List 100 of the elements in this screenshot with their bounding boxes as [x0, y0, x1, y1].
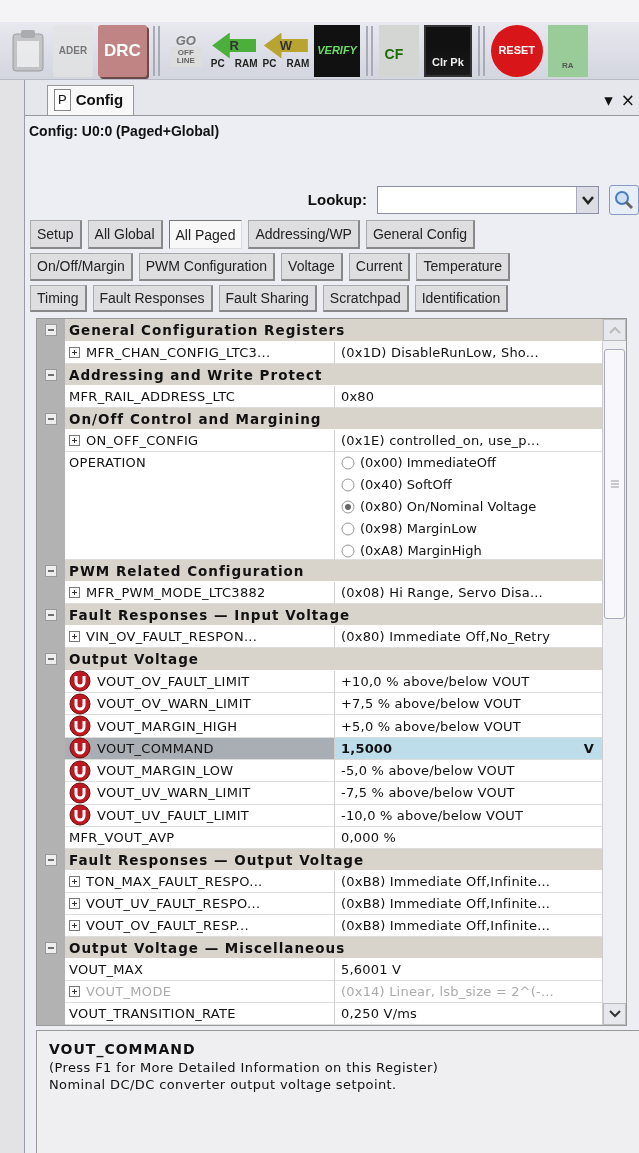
collapse-toggle[interactable] [45, 853, 57, 866]
tab-menu-button[interactable]: ▾ [600, 92, 617, 109]
verify-button[interactable]: VERIFY [314, 24, 360, 77]
expand-icon[interactable] [69, 920, 80, 932]
expand-icon[interactable] [69, 898, 80, 910]
category-tab[interactable]: Current [348, 252, 411, 281]
register-value: 0,250 V/ms [335, 1003, 602, 1026]
collapse-toggle[interactable] [45, 324, 57, 337]
register-name: MFR_RAIL_ADDRESS_LTC [69, 388, 236, 406]
config-tab[interactable]: P Config [47, 84, 135, 115]
section-header: Fault Responses — Output Voltage [65, 848, 602, 872]
register-value: -7,5 % above/below VOUT [335, 782, 602, 805]
reset-button[interactable]: RESET [490, 24, 543, 77]
chevron-down-icon [608, 1010, 621, 1019]
category-tab[interactable]: All Global [87, 220, 163, 249]
register-value: 5,6001 V [335, 959, 602, 982]
register-name: VOUT_MODE [86, 983, 172, 1002]
category-tab[interactable]: Addressing/WP [248, 220, 360, 249]
config-title: Config: U0:0 (Paged+Global) [28, 122, 221, 141]
radio-button[interactable] [341, 478, 355, 493]
name-cell[interactable]: VOUT_COMMAND [65, 737, 335, 760]
register-value: -5,0 % above/below VOUT [335, 759, 602, 783]
register-value: +5,0 % above/below VOUT [335, 715, 602, 738]
close-button[interactable]: × [616, 92, 639, 109]
toolbar-separator [477, 25, 485, 76]
category-tab[interactable]: Timing [30, 284, 87, 313]
option-label: (0x98) MarginLow [360, 520, 477, 539]
category-tab[interactable]: Voltage [281, 252, 343, 281]
section-header: PWM Related Configuration [65, 559, 602, 583]
register-name: VOUT_OV_FAULT_LIMIT [97, 672, 250, 691]
scrollbar[interactable] [602, 319, 626, 1026]
category-tab[interactable]: Fault Responses [92, 284, 213, 313]
expand-icon[interactable] [69, 876, 80, 888]
option-label: (0x80) On/Nominal Voltage [360, 498, 537, 517]
category-tab[interactable]: General Config [365, 220, 476, 249]
radio-button[interactable] [341, 500, 355, 515]
category-tab[interactable]: Fault Sharing [218, 284, 317, 313]
dropdown-button[interactable] [576, 187, 598, 213]
description-title: VOUT_COMMAND [49, 1040, 197, 1060]
scroll-thumb[interactable] [604, 349, 625, 620]
chevron-down-icon [581, 195, 594, 205]
scroll-down-button[interactable] [603, 1003, 626, 1026]
register-value: (0x1E) controlled_on, use_p... [335, 430, 602, 453]
expand-icon[interactable] [69, 631, 80, 643]
register-name: VOUT_UV_WARN_LIMIT [97, 784, 251, 803]
lookup-field[interactable] [377, 186, 599, 214]
category-tab[interactable]: Identification [414, 284, 509, 313]
section-header: Addressing and Write Protect [65, 363, 602, 386]
register-value: (0x14) Linear, lsb_size = 2^(-... [335, 981, 602, 1004]
search-button[interactable] [609, 185, 639, 215]
collapse-toggle[interactable] [45, 609, 57, 622]
register-value: 0,000 % [335, 826, 602, 849]
category-tab[interactable]: Temperature [416, 252, 511, 281]
register-name: MFR_CHAN_CONFIG_LTC3... [86, 343, 271, 362]
cf-button[interactable]: CF [378, 24, 419, 77]
register-name: VOUT_OV_FAULT_RESP... [86, 917, 249, 936]
category-tab[interactable]: PWM Configuration [138, 252, 276, 281]
go-offline-button[interactable]: GO OFF LINE [165, 24, 206, 77]
register-name: VIN_OV_FAULT_RESPON... [86, 628, 258, 647]
register-name: VOUT_MARGIN_HIGH [97, 717, 238, 736]
write-button[interactable]: W PC RAM [262, 24, 310, 77]
ram-button[interactable]: RA [547, 24, 588, 77]
register-value: (0xB8) Immediate Off,Infinite... [335, 871, 602, 894]
expand-icon[interactable] [69, 435, 80, 447]
expand-icon[interactable] [69, 346, 80, 358]
search-icon [614, 190, 634, 210]
category-tab[interactable]: Setup [30, 220, 82, 249]
collapse-toggle[interactable] [45, 653, 57, 666]
value-input[interactable]: 1,5000 [341, 737, 393, 759]
radio-button[interactable] [341, 522, 355, 537]
option-label: (0x40) SoftOff [360, 476, 452, 495]
category-tab[interactable]: Scratchpad [322, 284, 409, 313]
section-header: On/Off Control and Margining [65, 408, 602, 431]
lookup-label: Lookup: [307, 189, 367, 210]
register-name: ON_OFF_CONFIG [86, 432, 199, 451]
category-tab[interactable]: All Paged [168, 220, 243, 249]
collapse-toggle[interactable] [45, 413, 57, 425]
toolbar-separator [365, 25, 373, 76]
register-name: VOUT_COMMAND [97, 739, 214, 758]
register-value: -10,0 % above/below VOUT [335, 804, 602, 827]
radio-button[interactable] [341, 544, 355, 559]
unit-label: V [583, 739, 594, 758]
collapse-toggle[interactable] [45, 942, 57, 955]
register-name: VOUT_UV_FAULT_LIMIT [97, 806, 250, 825]
collapse-toggle[interactable] [45, 368, 57, 381]
register-name: VOUT_MARGIN_LOW [97, 762, 234, 781]
read-button[interactable]: R PC RAM [210, 24, 258, 77]
value-cell[interactable]: 1,5000 V [335, 737, 602, 760]
radio-button[interactable] [341, 456, 355, 471]
register-name: TON_MAX_FAULT_RESPO... [86, 873, 263, 892]
register-name: VOUT_TRANSITION_RATE [69, 1005, 236, 1024]
category-tab[interactable]: On/Off/Margin [30, 252, 133, 281]
section-header: Output Voltage — Miscellaneous [65, 937, 602, 960]
expand-icon[interactable] [69, 587, 80, 599]
register-name: MFR_PWM_MODE_LTC3882 [86, 584, 266, 603]
chevron-up-icon [608, 326, 621, 335]
clear-peak-button[interactable]: Clr Pk [423, 24, 472, 77]
collapse-toggle[interactable] [45, 564, 57, 577]
row-gutter [37, 1003, 65, 1026]
register-name: MFR_VOUT_AVP [69, 828, 175, 847]
